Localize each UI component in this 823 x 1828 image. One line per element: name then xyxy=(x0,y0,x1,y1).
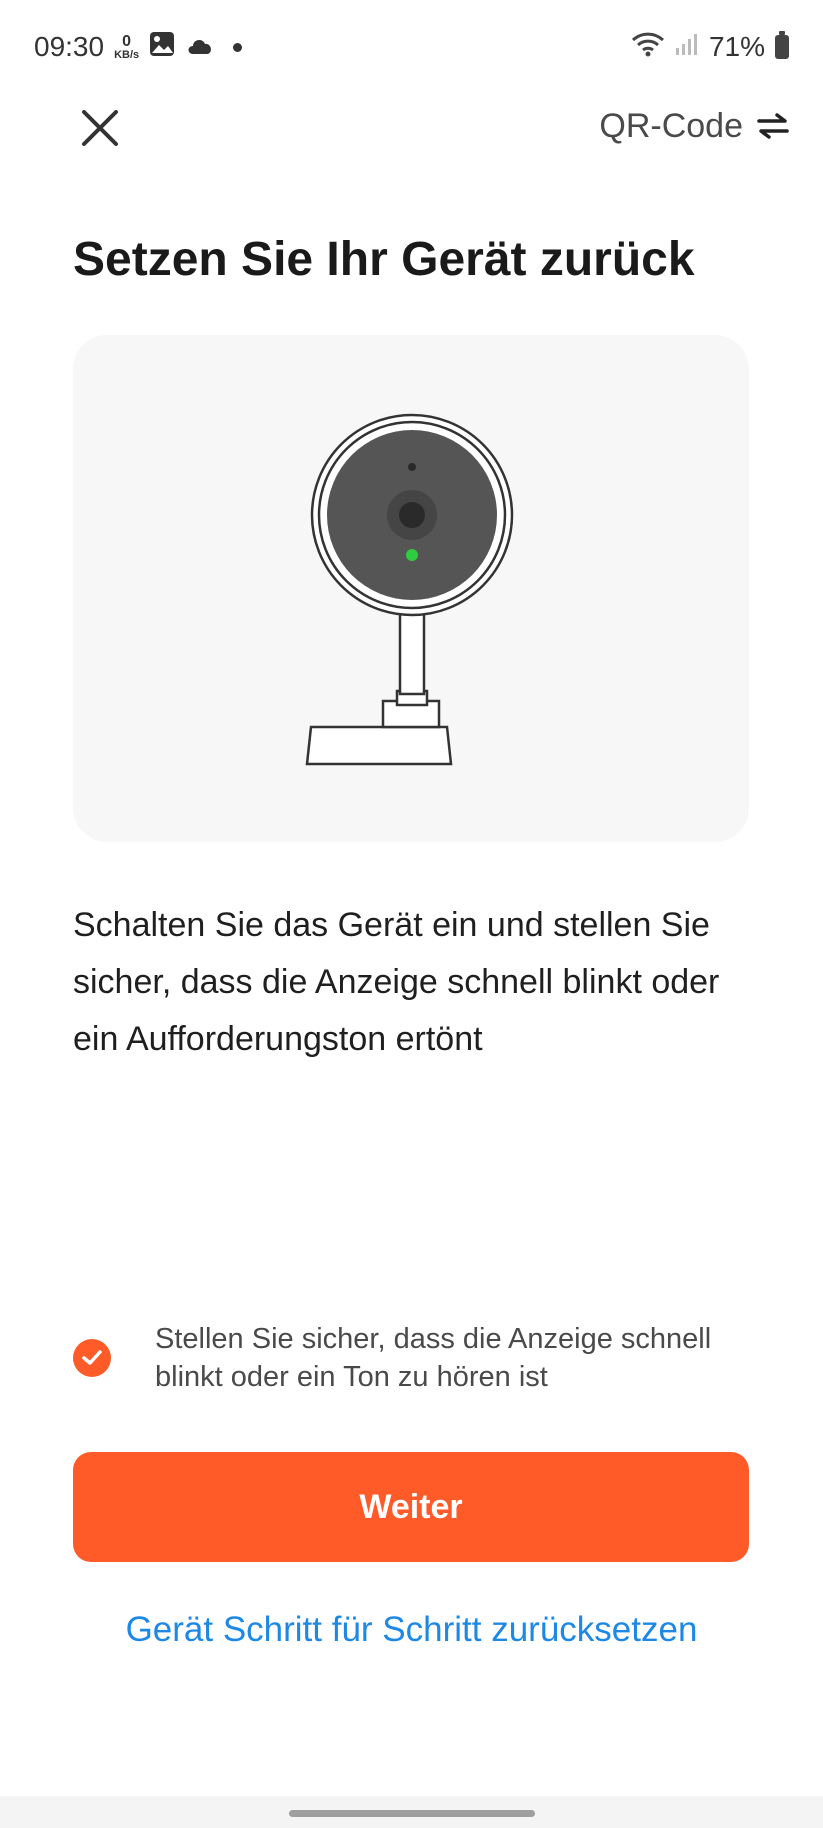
confirm-label: Stellen Sie sicher, dass die Anzeige sch… xyxy=(155,1323,712,1393)
camera-device-illustration xyxy=(305,413,514,766)
wifi-icon xyxy=(631,31,665,64)
notification-dot-icon xyxy=(233,42,243,52)
step-by-step-reset-link[interactable]: Gerät Schritt für Schritt zurücksetzen xyxy=(0,1610,823,1650)
page-title: Setzen Sie Ihr Gerät zurück xyxy=(73,233,695,286)
status-left: 09:30 0 KB/s xyxy=(34,31,243,64)
status-time: 09:30 xyxy=(34,31,105,62)
confirm-checkbox[interactable] xyxy=(73,1339,111,1377)
signal-icon xyxy=(675,31,699,63)
qr-code-button[interactable]: QR-Code xyxy=(599,104,789,148)
top-action-bar: QR-Code xyxy=(0,94,823,150)
swap-arrows-icon xyxy=(757,113,789,139)
system-nav-bar xyxy=(0,1796,823,1828)
battery-icon xyxy=(775,31,789,59)
net-speed-value: 0 xyxy=(122,32,132,50)
gallery-icon xyxy=(149,31,175,64)
net-speed: 0 KB/s xyxy=(114,32,140,61)
status-right: 71% xyxy=(631,31,789,64)
confirm-row: Stellen Sie sicher, dass die Anzeige sch… xyxy=(73,1320,763,1396)
close-icon xyxy=(82,110,118,146)
home-gesture-handle[interactable] xyxy=(289,1810,535,1817)
qr-code-label: QR-Code xyxy=(599,106,743,145)
checkmark-icon xyxy=(82,1350,102,1365)
cloud-icon xyxy=(185,31,215,63)
battery-percent: 71% xyxy=(708,31,765,62)
close-button[interactable] xyxy=(74,102,126,154)
net-speed-unit: KB/s xyxy=(114,48,140,61)
next-button[interactable]: Weiter xyxy=(73,1452,749,1562)
status-bar: 09:30 0 KB/s 71% xyxy=(0,0,823,94)
instruction-text: Schalten Sie das Gerät ein und stellen S… xyxy=(73,906,720,1058)
device-illustration-card xyxy=(73,335,749,842)
